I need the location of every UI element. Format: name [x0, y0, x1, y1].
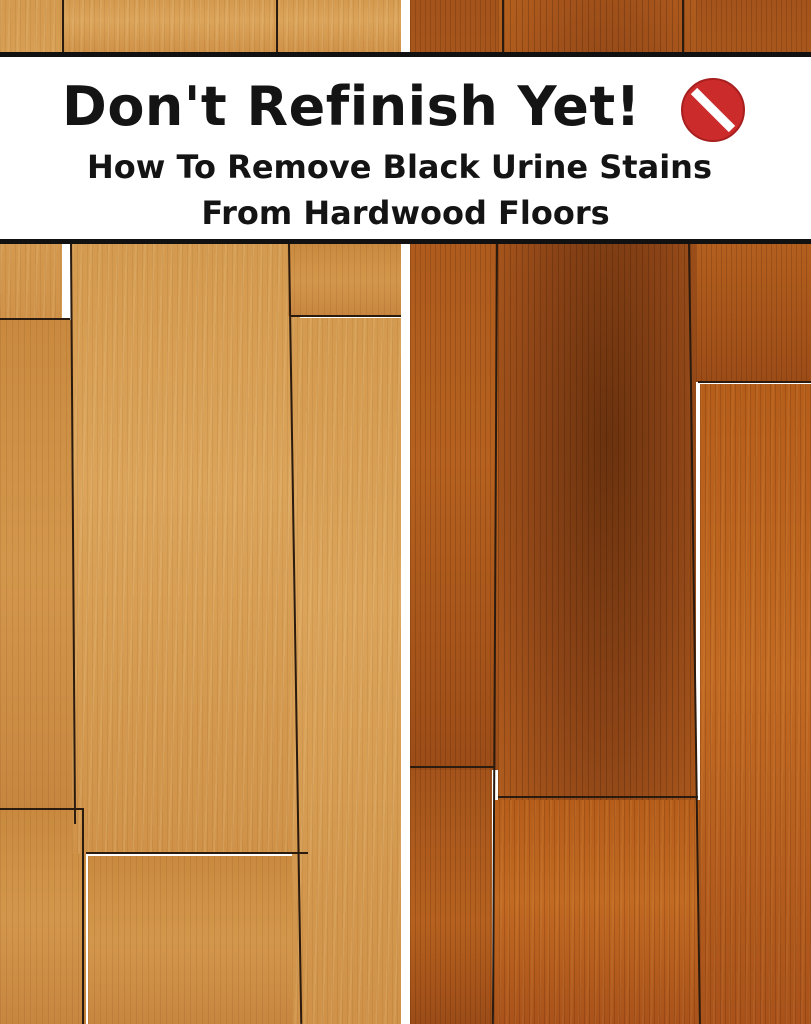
plank-seam	[62, 0, 64, 52]
title-banner: Don't Refinish Yet! How To Remove Black …	[0, 52, 811, 244]
plank-seam	[276, 0, 278, 52]
floor-plank	[292, 318, 401, 1024]
floor-plank	[278, 0, 401, 52]
plank-seam	[698, 381, 811, 383]
floor-plank	[288, 244, 401, 316]
plank-seam	[86, 852, 308, 854]
floor-plank	[0, 320, 80, 810]
subtitle-line-1: How To Remove Black Urine Stains	[87, 148, 712, 186]
plank-seam	[82, 810, 84, 1024]
floor-plank	[64, 0, 276, 52]
no-entry-icon	[681, 78, 745, 142]
floor-plank	[700, 384, 811, 1024]
page-title: Don't Refinish Yet!	[62, 75, 641, 138]
floor-plank	[410, 770, 492, 1024]
plank-seam	[0, 318, 70, 320]
plank-seam	[498, 796, 698, 798]
plank-seam	[502, 0, 504, 52]
floor-plank	[88, 856, 312, 1024]
plank-seam	[0, 808, 84, 810]
plank-seam	[410, 766, 494, 768]
floor-plank	[72, 244, 300, 854]
plank-seam	[290, 315, 401, 317]
plank-seam	[682, 0, 684, 52]
floor-plank	[494, 800, 704, 1024]
subtitle-line-2: From Hardwood Floors	[201, 194, 610, 232]
